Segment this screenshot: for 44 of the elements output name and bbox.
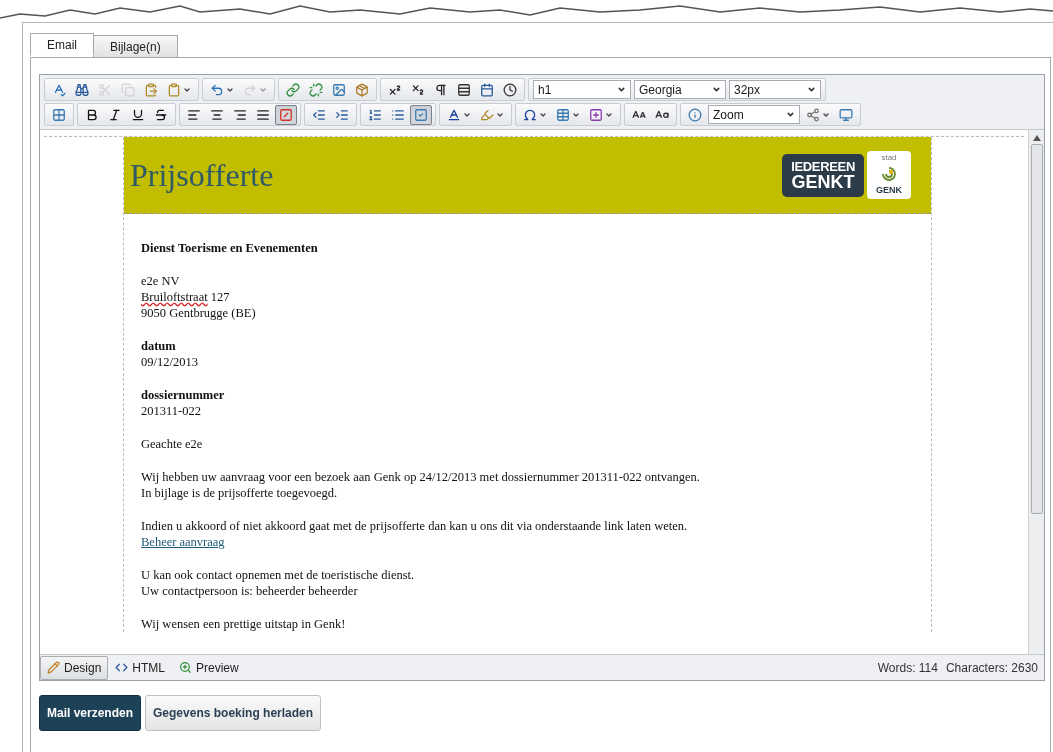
body-text: 127 [209, 289, 230, 305]
body-text: Wij wensen een prettige uitstap in Genk! [141, 616, 346, 632]
body-text: Uw contactpersoon is: beheerder beheerder [141, 583, 358, 599]
body-text: e2e NV [141, 273, 180, 289]
body-text: 201311-022 [141, 403, 201, 419]
bold-label: Dienst Toerisme en Evenementen [141, 240, 318, 256]
body-text: 09/12/2013 [141, 354, 198, 370]
word-count: Words: 114 [877, 659, 938, 677]
reload-booking-button[interactable]: Gegevens boeking herladen [145, 695, 322, 731]
caret-icon [617, 85, 626, 94]
logo-small-text: stad [881, 153, 897, 162]
manage-request-link[interactable]: Beheer aanvraag [141, 534, 225, 550]
code-icon [115, 661, 129, 674]
logo-text: GENKT [791, 172, 855, 191]
caret-icon [786, 110, 795, 119]
zoom-in-icon [179, 661, 193, 674]
body-text: In bijlage is de prijsofferte toegevoegd. [141, 485, 338, 501]
character-count: Characters: 2630 [945, 659, 1038, 677]
misspelled-word: Bruiloftstraat [141, 289, 208, 305]
caret-icon [807, 85, 816, 94]
caret-icon [712, 85, 721, 94]
mode-tab[interactable]: Design [40, 655, 109, 680]
tab[interactable]: Email [30, 33, 94, 56]
scroll-thumb[interactable] [1030, 144, 1043, 514]
pencil-icon [47, 661, 60, 674]
mode-tab[interactable]: Preview [172, 655, 246, 680]
document-title: Prijsofferte [130, 156, 274, 195]
bold-label: dossiernummer [141, 387, 225, 403]
dropdown-select[interactable]: h1 [533, 80, 631, 99]
body-text: Wij hebben uw aanvraag voor een bezoek aan Genk op 24/12/2013 met dossiernummer 201311-022 ontvangen. [141, 469, 700, 485]
logo-text: IEDEREEN [791, 159, 855, 173]
dropdown-select[interactable]: Georgia [634, 80, 726, 99]
send-mail-button[interactable]: Mail verzenden [39, 695, 142, 731]
mode-tab[interactable]: HTML [108, 655, 173, 680]
body-text: 9050 Gentbrugge (BE) [141, 305, 256, 321]
body-text: Geachte e2e [141, 436, 203, 452]
scroll-up-icon [1032, 135, 1041, 141]
logo-text: GENK [876, 183, 902, 197]
tab[interactable]: Bijlage(n) [93, 35, 178, 58]
body-text: Indien u akkoord of niet akkoord gaat met de prijsofferte dan kan u ons dit via onderstaande link laten weten. [141, 518, 688, 534]
dropdown-select[interactable]: Zoom [708, 105, 800, 124]
bold-label: datum [141, 338, 176, 354]
body-text: U kan ook contact opnemen met de toeristische dienst. [141, 567, 415, 583]
dropdown-select[interactable]: 32px [729, 80, 821, 99]
